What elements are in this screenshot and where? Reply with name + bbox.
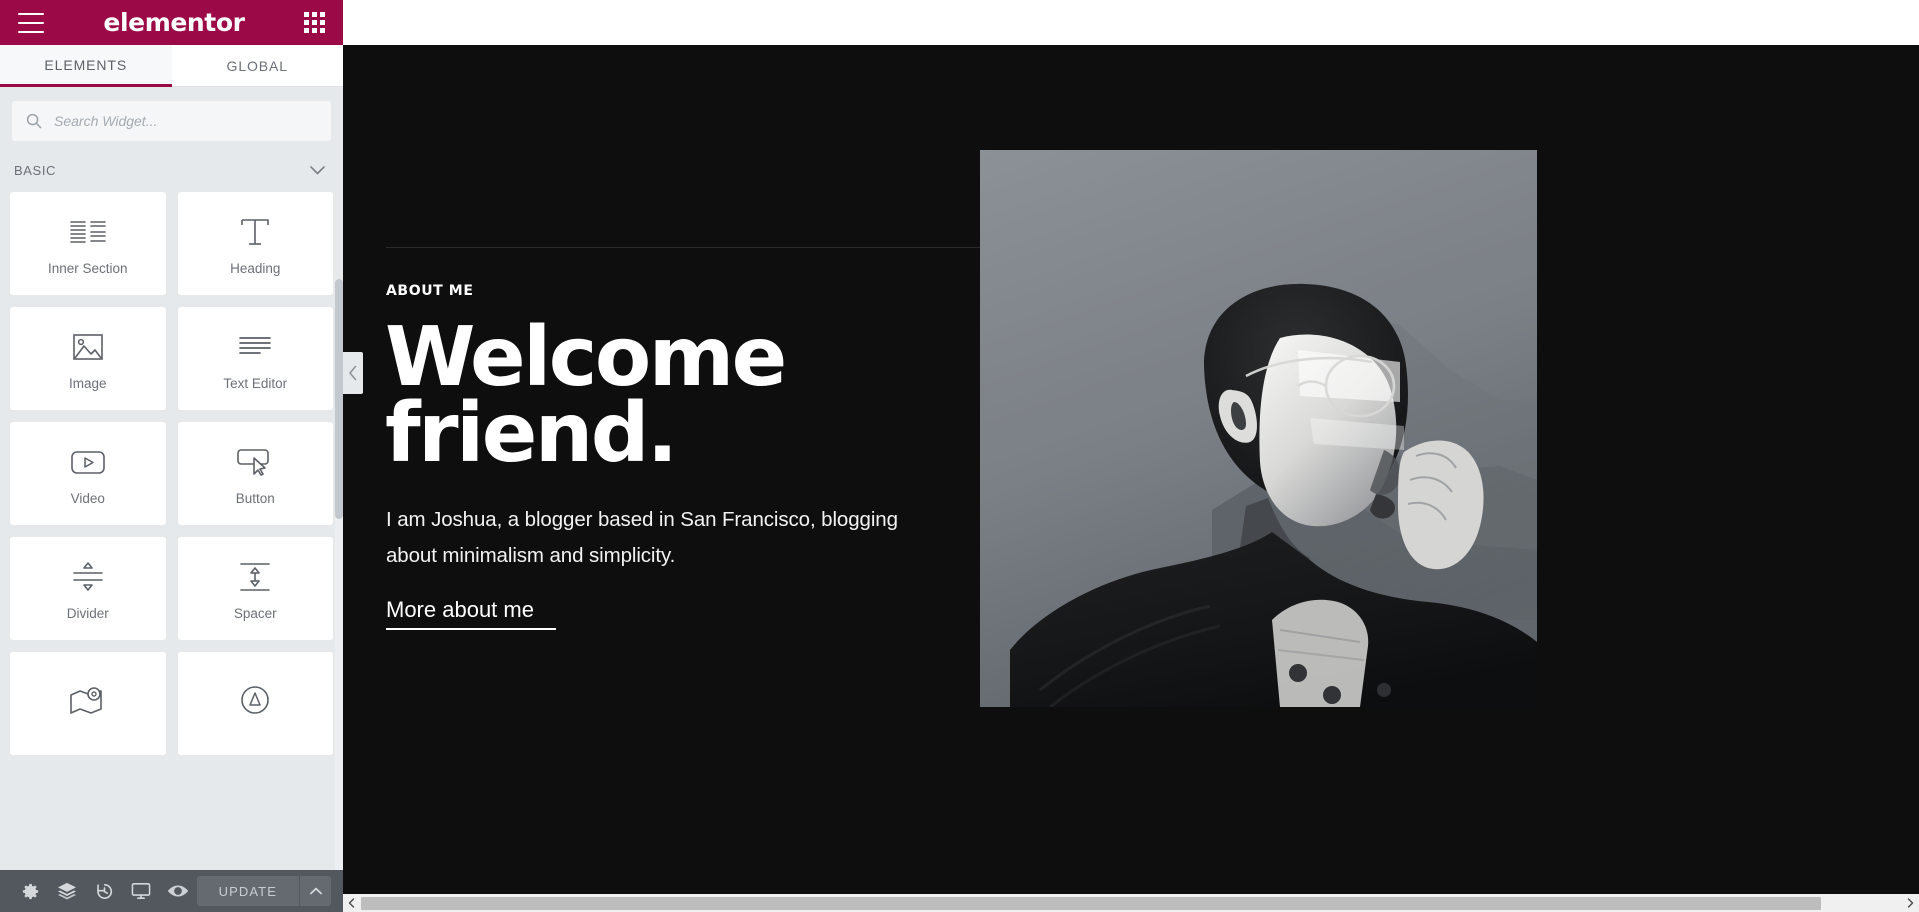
panel-header: elementor xyxy=(0,0,343,45)
heading-t-icon xyxy=(238,211,272,253)
update-options-caret[interactable] xyxy=(299,876,331,906)
button-cursor-icon xyxy=(235,441,275,483)
widget-list-scroll: Inner Section Heading Image Text Editor … xyxy=(0,192,343,870)
scroll-thumb[interactable] xyxy=(361,896,1821,910)
google-maps-icon xyxy=(68,679,108,721)
page-title: Welcome friend. xyxy=(385,310,787,482)
widget-grid: Inner Section Heading Image Text Editor … xyxy=(10,192,333,755)
portrait-photo-graphic xyxy=(980,150,1537,707)
about-paragraph: I am Joshua, a blogger based in San Fran… xyxy=(386,508,898,567)
icon-widget-icon xyxy=(238,679,272,721)
video-play-icon xyxy=(69,441,107,483)
site-preview: ABOUT ME Welcome friend. I am Joshua, a … xyxy=(343,45,1919,912)
widget-image[interactable]: Image xyxy=(10,307,166,410)
tab-elements[interactable]: ELEMENTS xyxy=(0,45,172,87)
widget-inner-section[interactable]: Inner Section xyxy=(10,192,166,295)
canvas-top-strip xyxy=(343,0,1919,45)
about-kicker: ABOUT ME xyxy=(386,283,474,299)
search-icon xyxy=(26,113,42,129)
widget-label: Button xyxy=(235,491,275,506)
widget-text-editor[interactable]: Text Editor xyxy=(177,307,333,410)
search-widget-box[interactable] xyxy=(12,101,331,141)
chevron-left-icon xyxy=(349,365,357,381)
editor-panel: elementor ELEMENTS GLOBAL BASIC xyxy=(0,0,343,912)
preview-eye-icon[interactable] xyxy=(160,870,197,912)
widget-label: Inner Section xyxy=(47,261,128,276)
category-title: BASIC xyxy=(14,163,57,178)
preview-canvas: ABOUT ME Welcome friend. I am Joshua, a … xyxy=(343,0,1919,912)
chevron-up-icon xyxy=(309,887,322,895)
section-divider-line xyxy=(386,247,986,248)
widget-spacer[interactable]: Spacer xyxy=(177,537,333,640)
chevron-down-icon xyxy=(310,166,325,175)
elementor-editor: elementor ELEMENTS GLOBAL BASIC xyxy=(0,0,1919,912)
image-icon xyxy=(71,326,105,368)
panel-tabs: ELEMENTS GLOBAL xyxy=(0,45,343,87)
scroll-left-arrow[interactable] xyxy=(343,894,360,912)
canvas-horizontal-scrollbar xyxy=(343,894,1919,912)
navigator-layers-icon[interactable] xyxy=(49,870,86,912)
text-editor-icon xyxy=(237,326,273,368)
search-input[interactable] xyxy=(54,113,317,129)
divider-icon xyxy=(69,556,107,598)
update-button[interactable]: UPDATE xyxy=(196,876,299,906)
hamburger-icon[interactable] xyxy=(18,12,44,33)
elementor-logo: elementor xyxy=(103,8,245,37)
inner-section-icon xyxy=(69,211,107,253)
widget-google-maps[interactable] xyxy=(10,652,166,755)
update-button-group: UPDATE xyxy=(196,876,331,906)
widget-icon[interactable] xyxy=(177,652,333,755)
widget-divider[interactable]: Divider xyxy=(10,537,166,640)
widget-label: Heading xyxy=(230,261,281,276)
panel-collapse-handle[interactable] xyxy=(343,352,363,394)
panel-scrollbar-thumb[interactable] xyxy=(335,279,343,519)
category-basic-header[interactable]: BASIC xyxy=(0,141,343,192)
responsive-mode-icon[interactable] xyxy=(123,870,160,912)
grid-apps-icon[interactable] xyxy=(303,12,325,33)
widget-label: Text Editor xyxy=(223,376,288,391)
search-section xyxy=(0,87,343,141)
widget-button[interactable]: Button xyxy=(177,422,333,525)
page-title-line1: Welcome xyxy=(385,310,787,405)
portrait-image xyxy=(980,150,1537,707)
widget-heading[interactable]: Heading xyxy=(177,192,333,295)
history-icon[interactable] xyxy=(86,870,123,912)
scroll-right-arrow[interactable] xyxy=(1902,894,1919,912)
page-title-line2: friend. xyxy=(385,386,678,482)
spacer-icon xyxy=(236,556,274,598)
widget-label: Spacer xyxy=(233,606,277,621)
more-about-me-link[interactable]: More about me xyxy=(386,597,556,630)
widget-video[interactable]: Video xyxy=(10,422,166,525)
tab-global[interactable]: GLOBAL xyxy=(171,45,343,87)
widget-label: Image xyxy=(68,376,107,391)
widget-label: Video xyxy=(70,491,105,506)
scroll-track[interactable] xyxy=(360,896,1902,910)
widget-label: Divider xyxy=(66,606,109,621)
panel-footer-toolbar: UPDATE xyxy=(0,870,343,912)
about-section: ABOUT ME Welcome friend. I am Joshua, a … xyxy=(343,45,1919,912)
settings-gear-icon[interactable] xyxy=(12,870,49,912)
